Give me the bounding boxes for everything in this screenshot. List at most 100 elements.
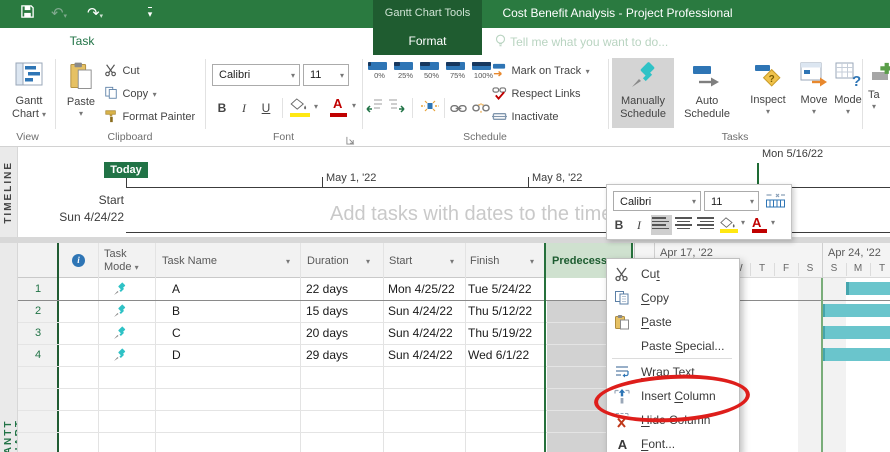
underline-button[interactable]: U bbox=[257, 98, 275, 118]
manually-schedule-button[interactable]: Manually Schedule bbox=[612, 58, 674, 128]
column-header-start[interactable]: Start bbox=[389, 255, 412, 268]
cell-duration[interactable]: 22 days bbox=[306, 278, 348, 300]
cut-button[interactable]: Cut bbox=[104, 61, 140, 79]
mini-font-size-select[interactable]: 11 ▾ bbox=[704, 191, 759, 211]
tab-format[interactable]: Format bbox=[373, 28, 482, 55]
respect-links-button[interactable]: Respect Links bbox=[492, 84, 581, 102]
undo-button[interactable]: ↶▾ bbox=[48, 4, 70, 24]
cell-start[interactable]: Sun 4/24/22 bbox=[388, 344, 453, 366]
column-header-duration[interactable]: Duration bbox=[307, 255, 349, 268]
bold-button[interactable]: B bbox=[213, 98, 231, 118]
menu-item-paste[interactable]: Paste bbox=[608, 310, 736, 334]
row-number-4[interactable]: 4 bbox=[18, 344, 58, 366]
format-painter-button[interactable]: Format Painter bbox=[104, 107, 195, 125]
tell-me-box[interactable]: Tell me what you want to do... bbox=[494, 33, 668, 51]
column-header-task-name[interactable]: Task Name bbox=[162, 255, 217, 268]
cell-finish[interactable]: Thu 5/19/22 bbox=[468, 322, 532, 344]
cell-task-name[interactable]: C bbox=[172, 322, 181, 344]
mini-italic-button[interactable]: I bbox=[631, 216, 647, 234]
cell-finish[interactable]: Thu 5/12/22 bbox=[468, 300, 532, 322]
cell-task-name[interactable]: B bbox=[172, 300, 180, 322]
column-header-task-mode[interactable]: Task Mode ▾ bbox=[104, 248, 150, 274]
cell-start[interactable]: Mon 4/25/22 bbox=[388, 278, 455, 300]
task-mode-pin-icon[interactable] bbox=[112, 348, 127, 368]
gantt-bar-task-a[interactable] bbox=[849, 282, 890, 295]
mark-on-track-button[interactable]: Mark on Track ▾ bbox=[492, 61, 590, 79]
mini-align-left-button[interactable] bbox=[651, 215, 672, 235]
task-mode-pin-icon[interactable] bbox=[112, 282, 127, 302]
cell-duration[interactable]: 20 days bbox=[306, 322, 348, 344]
save-button[interactable] bbox=[16, 4, 38, 24]
percent-25-button[interactable]: 25% bbox=[394, 62, 417, 80]
split-task-button[interactable] bbox=[420, 98, 440, 120]
info-column-header-icon[interactable]: i bbox=[72, 254, 85, 267]
tab-file[interactable]: File bbox=[8, 28, 52, 55]
cell-start[interactable]: Sun 4/24/22 bbox=[388, 322, 453, 344]
timeline-pane-tab[interactable]: TIMELINE bbox=[0, 147, 18, 238]
mini-font-family-select[interactable]: Calibri ▾ bbox=[613, 191, 701, 211]
percent-75-button[interactable]: 75% bbox=[446, 62, 469, 80]
tab-task[interactable]: Task bbox=[52, 28, 112, 55]
row-number-1[interactable]: 1 bbox=[18, 278, 58, 300]
cell-start[interactable]: Sun 4/24/22 bbox=[388, 300, 453, 322]
cell-duration[interactable]: 29 days bbox=[306, 344, 348, 366]
task-insert-button[interactable]: Ta ▾ bbox=[868, 58, 890, 128]
cell-duration[interactable]: 15 days bbox=[306, 300, 348, 322]
tab-report[interactable]: Report bbox=[196, 28, 250, 55]
inactivate-button[interactable]: Inactivate bbox=[492, 107, 559, 125]
mode-button[interactable]: ? Mode ▾ bbox=[834, 58, 862, 128]
cell-task-name[interactable]: D bbox=[172, 344, 181, 366]
menu-item-font[interactable]: A Font... bbox=[608, 432, 736, 452]
outdent-task-button[interactable] bbox=[365, 98, 383, 118]
font-color-button[interactable]: A ▾ bbox=[330, 96, 364, 118]
gantt-chart-view-label: Gantt Chart bbox=[12, 95, 43, 120]
tab-view[interactable]: View bbox=[324, 28, 368, 55]
task-mode-pin-icon[interactable] bbox=[112, 304, 127, 324]
qat-customize-button[interactable]: ▾ bbox=[140, 4, 160, 24]
redo-button[interactable]: ↷▾ bbox=[84, 4, 106, 24]
menu-item-cut[interactable]: Cut bbox=[608, 262, 736, 286]
copy-button[interactable]: Copy ▾ bbox=[104, 84, 157, 102]
mini-bold-button[interactable]: B bbox=[611, 216, 627, 234]
gantt-pane-tab[interactable]: GANTT CHART bbox=[0, 243, 18, 452]
gantt-bar-task-c[interactable] bbox=[825, 326, 890, 339]
tab-resource[interactable]: Resource bbox=[118, 28, 190, 55]
percent-50-button[interactable]: 50% bbox=[420, 62, 443, 80]
font-family-select[interactable]: Calibri ▾ bbox=[212, 64, 300, 86]
mini-fill-color-button[interactable]: ▾ bbox=[720, 216, 745, 234]
timeline-placeholder[interactable]: Add tasks with dates to the timeline bbox=[330, 203, 644, 226]
auto-schedule-button[interactable]: Auto Schedule bbox=[676, 58, 738, 128]
percent-0-button[interactable]: 0% bbox=[368, 62, 391, 80]
italic-button[interactable]: I bbox=[235, 98, 253, 118]
paste-button[interactable]: Paste ▾ bbox=[60, 59, 102, 129]
move-button[interactable]: Move ▾ bbox=[794, 58, 834, 128]
row-number-3[interactable]: 3 bbox=[18, 322, 58, 344]
column-header-finish[interactable]: Finish bbox=[470, 255, 499, 268]
copy-label: Copy bbox=[122, 88, 149, 100]
link-tasks-button[interactable] bbox=[450, 101, 467, 119]
row-number-2[interactable]: 2 bbox=[18, 300, 58, 322]
indent-task-button[interactable] bbox=[388, 98, 406, 118]
background-color-button[interactable]: ▾ bbox=[290, 98, 324, 120]
cell-finish[interactable]: Wed 6/1/22 bbox=[468, 344, 529, 366]
mini-font-color-button[interactable]: A ▾ bbox=[752, 214, 775, 233]
cell-task-name[interactable]: A bbox=[172, 278, 180, 300]
inspect-button[interactable]: ? Inspect ▾ bbox=[744, 58, 792, 128]
cell-finish[interactable]: Tue 5/24/22 bbox=[468, 278, 532, 300]
gantt-bar-task-d[interactable] bbox=[825, 348, 890, 361]
unlink-tasks-button[interactable] bbox=[472, 101, 490, 119]
gantt-chart-view-button[interactable]: Gantt Chart ▾ bbox=[6, 59, 52, 129]
mini-align-right-button[interactable] bbox=[696, 215, 717, 235]
menu-item-paste-special[interactable]: Paste Special... bbox=[608, 334, 736, 358]
mini-align-center-button[interactable] bbox=[674, 215, 695, 235]
mini-add-to-timeline-button[interactable] bbox=[765, 193, 786, 214]
gantt-bar-task-b[interactable] bbox=[825, 304, 890, 317]
tab-project[interactable]: Project bbox=[256, 28, 316, 55]
menu-item-copy[interactable]: Copy bbox=[608, 286, 736, 310]
timeline-start-date: Sun 4/24/22 bbox=[59, 210, 124, 224]
font-size-select[interactable]: 11 ▾ bbox=[303, 64, 349, 86]
group-label-view: View bbox=[16, 131, 39, 143]
task-mode-pin-icon[interactable] bbox=[112, 326, 127, 346]
font-dialog-launcher[interactable] bbox=[346, 132, 355, 150]
context-menu: Cut Copy Paste Paste Special... Wrap Tex… bbox=[606, 258, 740, 452]
